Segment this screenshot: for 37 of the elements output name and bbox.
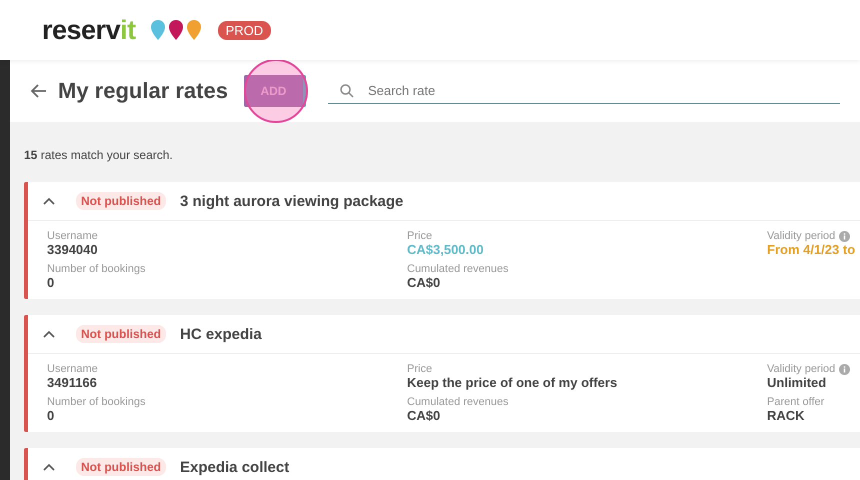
page-title: My regular rates	[58, 78, 228, 104]
status-badge: Not published	[76, 192, 166, 210]
field-value: 3491166	[47, 375, 98, 390]
field-label: Cumulated revenues	[407, 263, 509, 275]
field-label: Username	[47, 230, 98, 242]
field-value: RACK	[767, 408, 806, 423]
field-value: Unlimited	[767, 375, 828, 390]
status-badge: Not published	[76, 325, 166, 343]
search-icon	[340, 84, 354, 98]
field-label: Number of bookings	[47, 396, 146, 408]
status-badge: Not published	[76, 458, 166, 476]
rate-name: HC expedia	[180, 326, 262, 342]
field-label: Parent offer	[767, 396, 824, 408]
field-label: Validity period	[767, 230, 836, 242]
field-value: 0	[47, 408, 56, 423]
field-label: Price	[407, 230, 432, 242]
search-field[interactable]: Search rate	[366, 82, 830, 99]
field-value: Keep the price of one of my offers	[407, 375, 618, 390]
field-label: Validity period	[767, 363, 836, 375]
field-label: Cumulated revenues	[407, 396, 509, 408]
rate-name: 3 night aurora viewing package	[180, 192, 404, 210]
field-value: CA$0	[407, 275, 442, 290]
rate-name: Expedia collect	[180, 458, 290, 476]
location-pins-icon	[150, 19, 204, 41]
field-label: Price	[407, 363, 432, 375]
field-label: Username	[47, 363, 98, 375]
field-value: CA$0	[407, 408, 442, 423]
field-value: 3394040	[47, 242, 99, 257]
field-value: CA$3,500.00	[407, 242, 485, 257]
field-label: Number of bookings	[47, 263, 146, 275]
field-value: From 4/1/23 to	[767, 242, 856, 257]
logo: reservit	[42, 14, 136, 46]
click-highlight	[244, 59, 308, 123]
back-arrow-icon[interactable]	[30, 82, 48, 100]
result-count: 15 rates match your search.	[23, 147, 174, 164]
environment-badge: PROD	[218, 20, 272, 40]
field-value: 0	[47, 275, 56, 290]
